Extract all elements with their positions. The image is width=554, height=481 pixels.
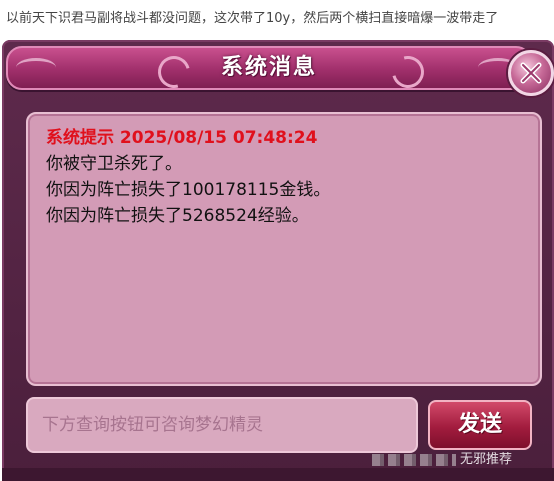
close-button[interactable] [508, 50, 554, 96]
system-message-panel: 系统提示 2025/08/15 07:48:24 你被守卫杀死了。 你因为阵亡损… [26, 112, 542, 386]
watermark: 无邪推荐 [372, 450, 554, 470]
message-line: 你因为阵亡损失了5268524经验。 [46, 206, 309, 226]
watermark-text: 无邪推荐 [460, 452, 513, 467]
message-line: 你因为阵亡损失了100178115金钱。 [46, 180, 331, 200]
message-line: 你被守卫杀死了。 [46, 154, 182, 174]
send-button[interactable]: 发送 [428, 400, 532, 450]
dialog-title-bar: 系统消息 [6, 46, 532, 94]
close-x-icon [520, 62, 542, 84]
dialog-title: 系统消息 [220, 55, 317, 80]
chat-input[interactable]: 下方查询按钮可咨询梦幻精灵 [26, 397, 418, 453]
post-caption: 以前天下识君马副将战斗都没问题，这次带了10y，然后两个横扫直接暗爆一波带走了 [6, 11, 499, 26]
blurred-watermark-icon [372, 453, 456, 466]
message-header: 系统提示 2025/08/15 07:48:24 [46, 128, 318, 148]
